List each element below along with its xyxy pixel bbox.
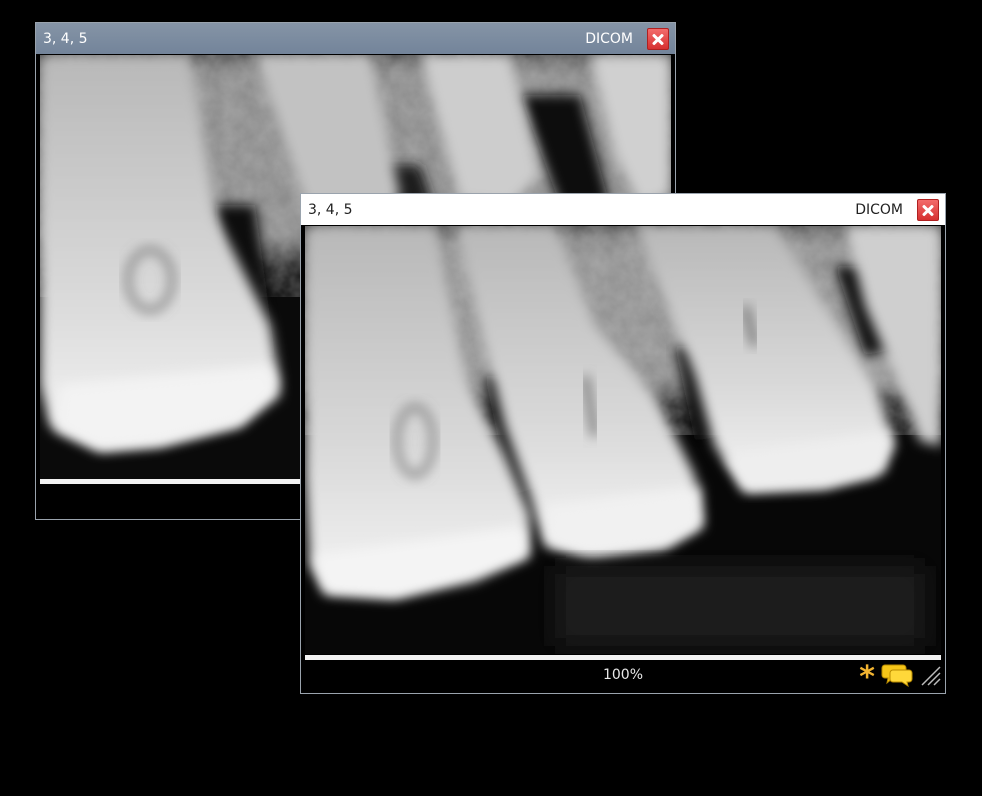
window-title: 3, 4, 5 <box>308 201 353 218</box>
resize-grip-icon[interactable] <box>919 664 941 686</box>
speech-bubble-icon[interactable] <box>881 662 913 688</box>
format-label: DICOM <box>585 30 633 47</box>
asterisk-icon[interactable]: * <box>859 663 875 693</box>
dicom-viewer-window-front[interactable]: 3, 4, 5 DICOM 100% * <box>300 193 946 694</box>
close-icon[interactable] <box>647 27 669 50</box>
zoom-level: 100% <box>602 667 644 683</box>
title-bar[interactable]: 3, 4, 5 DICOM <box>36 23 675 54</box>
horizontal-scrollbar[interactable] <box>305 655 941 660</box>
window-title: 3, 4, 5 <box>43 30 88 47</box>
xray-image[interactable] <box>305 226 941 654</box>
format-label: DICOM <box>855 201 903 218</box>
close-icon[interactable] <box>917 198 939 221</box>
status-bar: 100% * <box>305 661 941 693</box>
title-bar[interactable]: 3, 4, 5 DICOM <box>301 194 945 225</box>
